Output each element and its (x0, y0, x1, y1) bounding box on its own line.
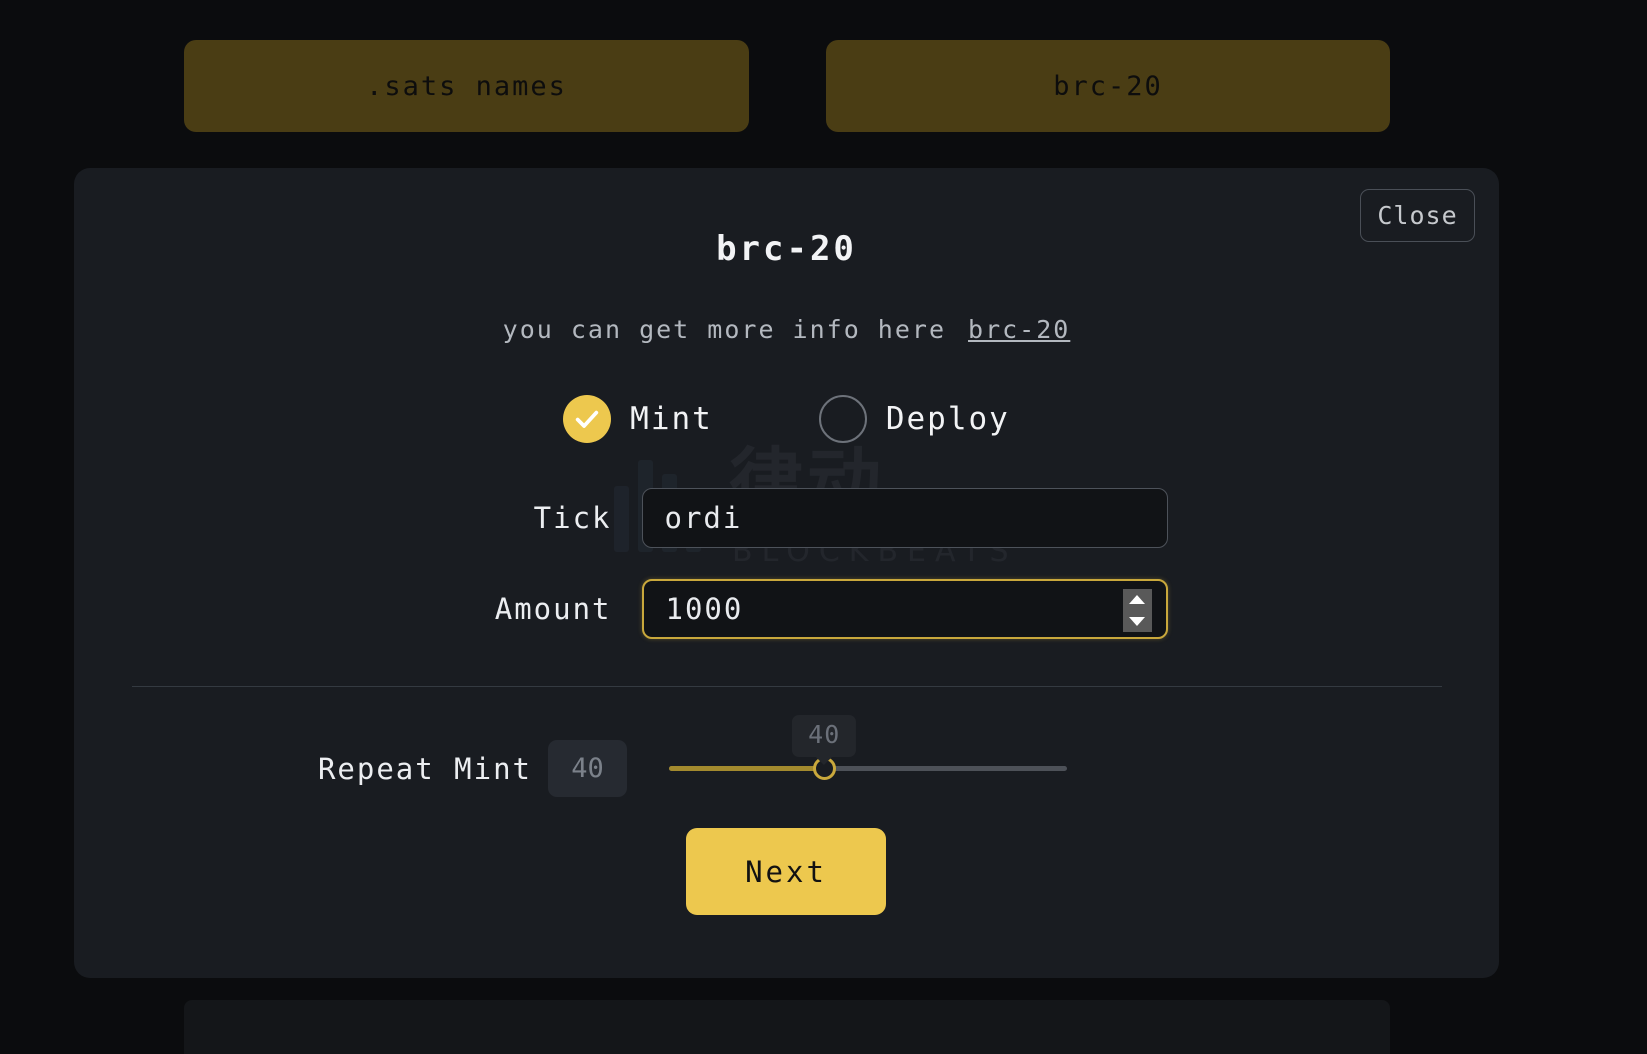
tab-brc-20[interactable]: brc-20 (826, 40, 1390, 132)
info-line: you can get more info here brc-20 (74, 315, 1499, 344)
label-repeat-mint: Repeat Mint (317, 751, 532, 786)
operation-type-group: Mint Deploy (74, 395, 1499, 443)
stepper-up-icon[interactable] (1129, 595, 1145, 605)
slider-fill (669, 766, 825, 771)
label-tick: Tick (533, 501, 612, 535)
amount-stepper[interactable] (1122, 589, 1152, 632)
modal-title: brc-20 (716, 229, 857, 269)
brc20-modal: 律动 BLOCKBEATS Close brc-20 you can get m… (74, 168, 1499, 978)
radio-selected-check-icon (563, 395, 612, 443)
app-root: .sats names brc-20 律动 BLOCKBEATS Close b… (0, 0, 1647, 1054)
tick-input-wrapper[interactable]: ordi (641, 488, 1168, 548)
amount-input-wrapper[interactable]: 1000 (641, 579, 1168, 639)
brc20-info-link[interactable]: brc-20 (968, 315, 1070, 344)
tab-sats-names[interactable]: .sats names (184, 40, 749, 132)
repeat-mint-value[interactable]: 40 (548, 740, 627, 797)
next-button[interactable]: Next (686, 828, 886, 915)
repeat-mint-slider[interactable]: 40 (669, 715, 1067, 797)
radio-label-deploy: Deploy (885, 401, 1010, 437)
radio-option-deploy[interactable]: Deploy (818, 395, 1010, 443)
label-amount: Amount (494, 592, 612, 626)
field-row-amount: Amount 1000 (74, 579, 1499, 639)
tick-input[interactable]: ordi (643, 501, 1167, 535)
field-row-repeat-mint: Repeat Mint 40 40 (74, 715, 1499, 797)
field-row-tick: Tick ordi (74, 488, 1499, 548)
section-divider (132, 686, 1442, 687)
info-text: you can get more info here (502, 315, 947, 344)
radio-option-mint[interactable]: Mint (563, 395, 713, 443)
radio-unselected-circle-icon (818, 395, 867, 443)
radio-label-mint: Mint (630, 401, 713, 437)
amount-input[interactable]: 1000 (644, 592, 1166, 626)
page-bottom-strip (184, 1000, 1390, 1054)
slider-tooltip: 40 (792, 715, 857, 765)
stepper-down-icon[interactable] (1129, 616, 1145, 626)
category-tab-bar: .sats names brc-20 (184, 40, 1390, 132)
